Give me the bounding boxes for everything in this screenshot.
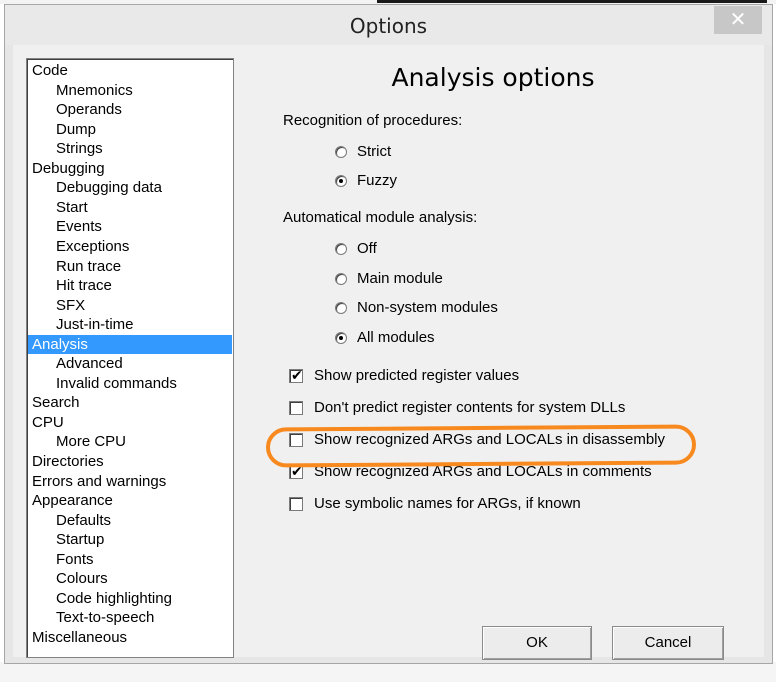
radio-off[interactable]: [335, 243, 347, 255]
background-app-bar: [377, 0, 767, 3]
radio-label-off[interactable]: Off: [357, 240, 377, 257]
tree-item-errors-and-warnings[interactable]: Errors and warnings: [32, 472, 166, 491]
checkmark-icon: ✔: [291, 463, 303, 479]
tree-item-advanced[interactable]: Advanced: [56, 354, 123, 373]
tree-item-text-to-speech[interactable]: Text-to-speech: [56, 608, 154, 627]
options-category-tree[interactable]: Code Mnemonics Operands Dump Strings Debuggin…: [26, 58, 234, 658]
radio-non-system-modules[interactable]: [335, 302, 347, 314]
checkbox-show-recognized-args-and-locals-in-disassembly[interactable]: [289, 433, 303, 447]
tree-item-sfx[interactable]: SFX: [56, 296, 85, 315]
tree-item-exceptions[interactable]: Exceptions: [56, 237, 129, 256]
tree-item-startup[interactable]: Startup: [56, 530, 104, 549]
tree-item-start[interactable]: Start: [56, 198, 88, 217]
procedures-group-label: Recognition of procedures:: [283, 112, 463, 129]
title-bar[interactable]: Options ✕: [5, 5, 772, 45]
modules-group-label: Automatical module analysis:: [283, 209, 478, 226]
tree-item-appearance[interactable]: Appearance: [32, 491, 113, 510]
tree-item-run-trace[interactable]: Run trace: [56, 257, 121, 276]
checkbox-don-t-predict-register-contents-for-system-dlls[interactable]: [289, 401, 303, 415]
checkbox-use-symbolic-names-for-args-if-known[interactable]: [289, 497, 303, 511]
tree-item-defaults[interactable]: Defaults: [56, 511, 111, 530]
radio-fuzzy[interactable]: [335, 175, 347, 187]
radio-selected-dot: [339, 335, 343, 340]
radio-strict[interactable]: [335, 146, 347, 158]
tree-item-directories[interactable]: Directories: [32, 452, 104, 471]
checkmark-icon: ✔: [291, 367, 303, 383]
tree-item-strings[interactable]: Strings: [56, 139, 103, 158]
tree-item-miscellaneous[interactable]: Miscellaneous: [32, 628, 127, 647]
checkbox-show-recognized-args-and-locals-in-comments[interactable]: ✔: [289, 463, 303, 479]
tree-item-fonts[interactable]: Fonts: [56, 550, 94, 569]
checkbox-show-predicted-register-values[interactable]: ✔: [289, 367, 303, 383]
checkbox-label-show-recognized-args-and-locals-in-comments[interactable]: Show recognized ARGs and LOCALs in comme…: [314, 463, 652, 480]
tree-item-cpu[interactable]: CPU: [32, 413, 64, 432]
radio-all-modules[interactable]: [335, 331, 347, 344]
tree-item-mnemonics[interactable]: Mnemonics: [56, 81, 133, 100]
tree-item-search[interactable]: Search: [32, 393, 80, 412]
tree-item-just-in-time[interactable]: Just-in-time: [56, 315, 134, 334]
checkbox-label-don-t-predict-register-contents-for-system-dlls[interactable]: Don't predict register contents for syst…: [314, 399, 625, 416]
radio-label-fuzzy[interactable]: Fuzzy: [357, 172, 397, 189]
tree-item-hit-trace[interactable]: Hit trace: [56, 276, 112, 295]
tree-item-operands[interactable]: Operands: [56, 100, 122, 119]
radio-main-module[interactable]: [335, 272, 347, 285]
radio-selected-dot: [339, 179, 343, 183]
tree-item-debugging-data[interactable]: Debugging data: [56, 178, 162, 197]
tree-item-events[interactable]: Events: [56, 217, 102, 236]
options-dialog: Options ✕ Code Mnemonics Operands Dump Strin…: [4, 4, 773, 664]
cancel-button[interactable]: Cancel: [612, 626, 724, 660]
tree-item-analysis[interactable]: Analysis: [28, 334, 232, 354]
radio-label-non-system-modules[interactable]: Non-system modules: [357, 299, 498, 316]
close-button[interactable]: ✕: [714, 6, 762, 34]
background-app-strip-bottom: [0, 662, 776, 682]
dialog-client-area: Code Mnemonics Operands Dump Strings Debuggin…: [13, 45, 764, 660]
checkbox-label-show-predicted-register-values[interactable]: Show predicted register values: [314, 367, 519, 384]
dialog-title: Options: [349, 14, 428, 38]
ok-button[interactable]: OK: [482, 626, 592, 660]
tree-item-invalid-commands[interactable]: Invalid commands: [56, 374, 177, 393]
checkbox-label-show-recognized-args-and-locals-in-disassembly[interactable]: Show recognized ARGs and LOCALs in disas…: [314, 431, 665, 448]
panel-title: Analysis options: [391, 63, 595, 92]
close-icon: ✕: [729, 9, 747, 31]
tree-item-colours[interactable]: Colours: [56, 569, 108, 588]
tree-item-code-highlighting[interactable]: Code highlighting: [56, 589, 172, 608]
radio-label-strict[interactable]: Strict: [357, 143, 391, 160]
tree-item-code[interactable]: Code: [32, 61, 68, 80]
tree-item-more-cpu[interactable]: More CPU: [56, 432, 126, 451]
radio-label-main-module[interactable]: Main module: [357, 270, 443, 287]
tree-item-dump[interactable]: Dump: [56, 120, 96, 139]
checkbox-label-use-symbolic-names-for-args-if-known[interactable]: Use symbolic names for ARGs, if known: [314, 495, 581, 512]
tree-item-debugging[interactable]: Debugging: [32, 159, 105, 178]
radio-label-all-modules[interactable]: All modules: [357, 329, 435, 346]
